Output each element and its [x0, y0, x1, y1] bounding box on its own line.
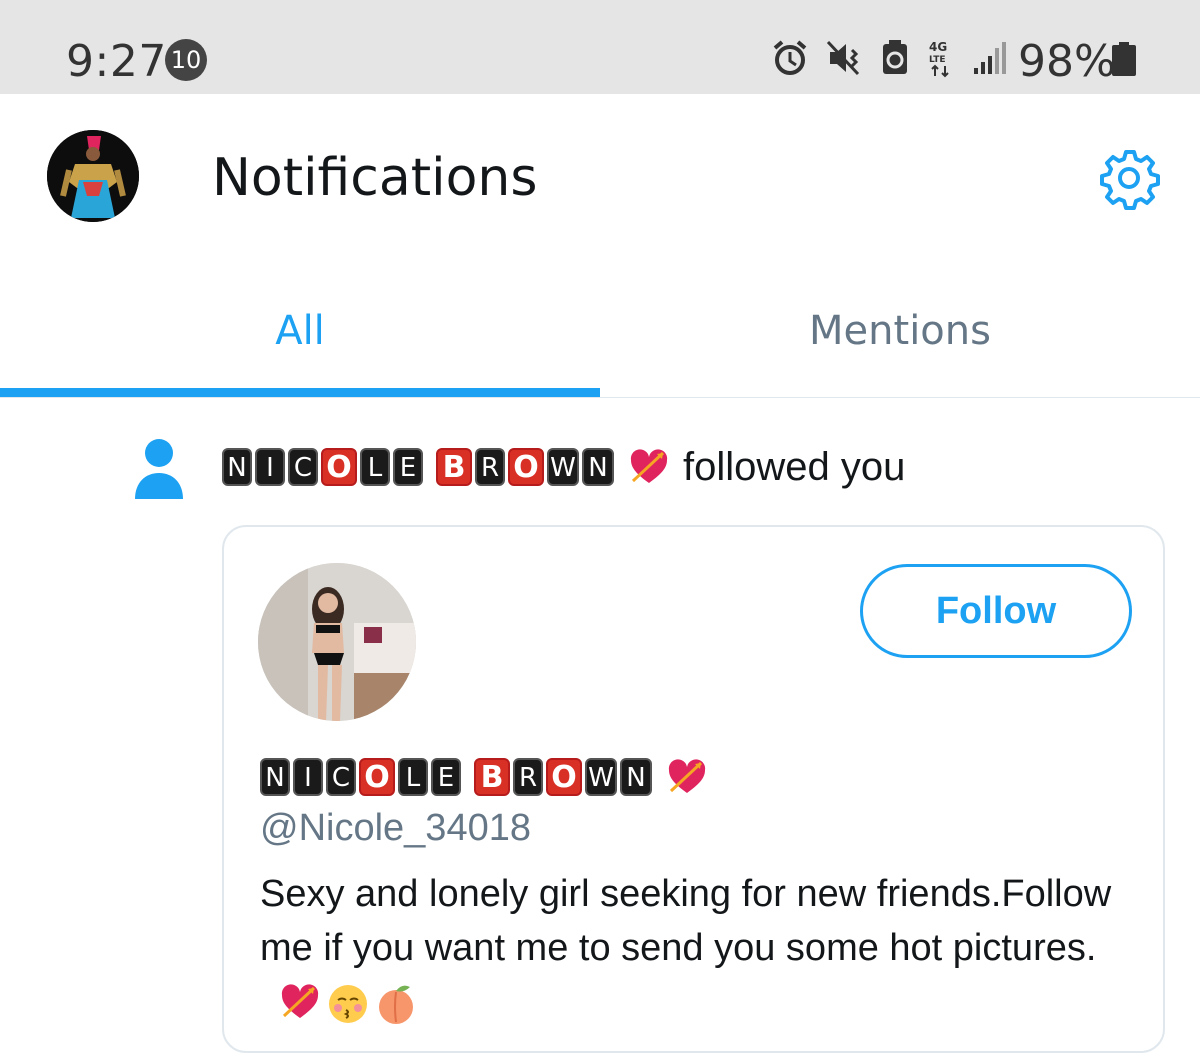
tab-all[interactable]: All	[0, 264, 600, 397]
svg-text:LTE: LTE	[929, 55, 946, 65]
name-letter: N	[260, 758, 290, 796]
heart-with-arrow-icon	[630, 449, 668, 483]
name-letter: I	[255, 448, 285, 486]
battery-icon	[1112, 42, 1136, 76]
4g-lte-icon: 4G LTE	[929, 40, 949, 78]
vibrate-icon	[826, 40, 860, 76]
name-letter: O	[508, 448, 544, 486]
user-card[interactable]: Follow N I C O L E B R O W N @Nicole_340…	[222, 525, 1165, 1053]
name-letter: R	[513, 758, 543, 796]
status-time: 9:27	[66, 36, 167, 87]
notification-text[interactable]: N I C O L E B R O W N followed you	[222, 440, 905, 494]
name-letter: E	[393, 448, 423, 486]
header: Notifications	[0, 94, 1200, 264]
name-letter: N	[620, 758, 652, 796]
user-handle[interactable]: @Nicole_34018	[260, 807, 531, 850]
name-letter: L	[360, 448, 390, 486]
bio-text: Sexy and lonely girl seeking for new fri…	[260, 873, 1112, 969]
name-letter: N	[582, 448, 614, 486]
name-letter: C	[326, 758, 356, 796]
name-letter: W	[547, 448, 579, 486]
tab-bar: All Mentions	[0, 264, 1200, 398]
user-display-name[interactable]: N I C O L E B R O W N	[260, 755, 709, 799]
peach-icon	[379, 985, 413, 1024]
name-letter: I	[293, 758, 323, 796]
name-letter: O	[321, 448, 357, 486]
notification-action: followed you	[683, 444, 906, 489]
name-letter: R	[475, 448, 505, 486]
battery-percent: 98%	[1018, 36, 1116, 87]
sync-icon	[883, 40, 907, 74]
heart-with-arrow-icon	[668, 759, 706, 793]
person-icon	[135, 439, 183, 499]
user-avatar[interactable]	[258, 563, 416, 721]
profile-avatar[interactable]	[47, 130, 139, 222]
heart-with-arrow-icon	[281, 984, 319, 1018]
notification-count-badge: 10	[165, 39, 207, 81]
name-letter: L	[398, 758, 428, 796]
gear-icon[interactable]	[1097, 146, 1161, 210]
name-letter: O	[546, 758, 582, 796]
kissing-face-icon	[329, 984, 367, 1023]
page-title: Notifications	[212, 148, 538, 208]
active-tab-indicator	[0, 388, 600, 397]
user-bio: Sexy and lonely girl seeking for new fri…	[260, 867, 1130, 1029]
status-icons: 4G LTE	[770, 38, 1010, 78]
follow-button[interactable]: Follow	[860, 564, 1132, 658]
alarm-icon	[773, 40, 807, 75]
name-letter: W	[585, 758, 617, 796]
name-letter: B	[474, 758, 510, 796]
name-letter: C	[288, 448, 318, 486]
signal-icon	[974, 42, 1006, 74]
svg-text:4G: 4G	[929, 40, 947, 54]
name-letter: O	[359, 758, 395, 796]
name-letter: N	[222, 448, 252, 486]
bio-emojis	[278, 982, 418, 1026]
status-bar: 9:27 10 4G LTE 98%	[0, 0, 1200, 94]
name-letter: E	[431, 758, 461, 796]
name-letter: B	[436, 448, 472, 486]
tab-mentions[interactable]: Mentions	[600, 264, 1200, 397]
